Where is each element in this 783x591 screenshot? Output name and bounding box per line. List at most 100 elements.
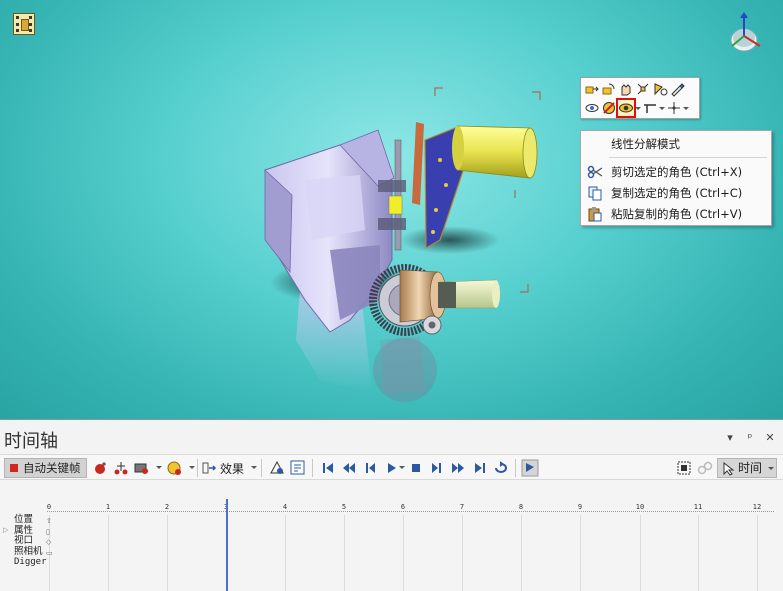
menu-item-copy[interactable]: 复制选定的角色 (Ctrl+C) [581,183,771,203]
line-tool-icon[interactable] [642,100,658,116]
ruler-tick-label: 6 [400,503,406,511]
effect-key-icon[interactable] [166,459,184,477]
timeline-toolbar: 自动关键帧 效果 时间 [0,454,783,480]
ruler-tick-label: 9 [577,503,583,511]
toolbar-separator [261,459,262,477]
go-to-start-icon[interactable] [319,459,337,477]
track-label: 照相机 [14,545,43,557]
track-label: 视口 [14,535,34,546]
ruler-tick-label: 5 [341,503,347,511]
timeline-view-icon[interactable] [521,459,539,477]
track-label: 位置 [14,514,34,525]
ruler-tick-label: 11 [693,503,703,511]
properties-track-icon: ▯ [46,527,50,536]
menu-item-label: 粘贴复制的角色 (Ctrl+V) [611,207,743,221]
grid-line [167,515,168,591]
visibility-icon[interactable] [584,100,600,116]
add-key-icon[interactable] [92,459,110,477]
toolbar-separator [312,459,313,477]
eye-show-dropdown[interactable] [635,100,641,116]
time-mode-dropdown[interactable]: 时间 [717,458,777,478]
fit-view-icon[interactable] [675,459,693,477]
auto-keyframe-label: 自动关键帧 [23,461,81,475]
context-menu: 线性分解模式 剪切选定的角色 (Ctrl+X) 复制选定的角色 (Ctrl+C)… [580,130,772,226]
menu-separator [609,157,767,158]
ruler-tick-label: 7 [459,503,465,511]
menu-item-linear-explode[interactable]: 线性分解模式 [581,134,771,154]
ruler-tick-label: 12 [752,503,762,511]
menu-item-label: 复制选定的角色 (Ctrl+C) [611,186,743,200]
ruler-tick-label: 0 [46,503,52,511]
time-ruler[interactable]: 0 1 2 3 4 5 6 7 8 9 10 11 12 [47,503,774,515]
camera-key-icon[interactable] [133,459,151,477]
add-path-key-icon[interactable] [112,459,130,477]
viewport-track-icon: ◇ [46,538,52,546]
close-panel-button[interactable]: ✕ [765,431,775,444]
select-icon[interactable] [652,81,668,97]
rotate-icon[interactable] [601,81,617,97]
menu-item-label: 线性分解模式 [611,137,680,151]
translate-icon[interactable] [584,81,600,97]
grid-line [640,515,641,591]
loop-icon[interactable] [492,459,510,477]
line-tool-dropdown[interactable] [659,100,665,116]
step-back-icon[interactable] [361,459,379,477]
ruler-dots [47,511,774,512]
grid-line [580,515,581,591]
play-dropdown[interactable] [399,466,405,469]
panel-title: 时间轴 [4,431,58,452]
camera-key-dropdown[interactable] [156,466,162,469]
timeline-panel: 时间轴 ▾ ᵖ ✕ 自动关键帧 效果 时间 0 1 2 4 5 6 7 8 9 … [0,421,783,591]
menu-item-paste[interactable]: 粘贴复制的角色 (Ctrl+V) [581,204,771,224]
chevron-down-icon [768,467,774,470]
pen-icon[interactable] [669,81,685,97]
record-icon [10,464,18,472]
eye-show-icon[interactable] [616,98,636,118]
view-orientation-gizmo[interactable] [724,10,768,56]
scissors-icon [587,164,603,180]
component-toolbar [580,77,700,119]
3d-viewport[interactable]: 线性分解模式 剪切选定的角色 (Ctrl+X) 复制选定的角色 (Ctrl+C)… [0,0,783,420]
auto-keyframe-button[interactable]: 自动关键帧 [4,458,87,478]
explode-icon[interactable] [635,81,651,97]
animation-mode-icon[interactable] [13,13,35,35]
expand-arrow-icon[interactable]: ▷ [3,526,8,534]
menu-item-cut[interactable]: 剪切选定的角色 (Ctrl+X) [581,162,771,182]
previous-key-icon[interactable] [340,459,358,477]
grid-line [462,515,463,591]
effect-key-dropdown[interactable] [189,466,195,469]
track-grid[interactable] [47,499,774,591]
hand-icon[interactable] [618,81,634,97]
keyframe-list-icon[interactable] [289,459,307,477]
grid-line [403,515,404,591]
pivot-icon[interactable] [666,100,682,116]
effects-icon[interactable] [201,459,219,477]
timeline-track-area[interactable]: 0 1 2 3 4 5 6 7 8 9 10 11 12 [0,487,783,591]
playhead[interactable] [226,499,228,591]
next-key-icon[interactable] [449,459,467,477]
ruler-tick-label: 4 [282,503,288,511]
grid-line [344,515,345,591]
hide-icon[interactable] [601,100,617,116]
grid-line [108,515,109,591]
link-icon [696,459,714,477]
root-node-label[interactable]: Digger [14,557,47,568]
ruler-tick-label: 2 [164,503,170,511]
pin-button[interactable]: ᵖ [745,431,755,444]
ruler-tick-label: 1 [105,503,111,511]
menu-item-label: 剪切选定的角色 (Ctrl+X) [611,165,743,179]
keyframe-filter-icon[interactable] [268,459,286,477]
track-list: 位置 ⇧ 属性 ▯ 视口 ◇ 照相机 ▭ Digger [14,514,53,568]
step-forward-icon[interactable] [428,459,446,477]
pivot-dropdown[interactable] [683,100,689,116]
go-to-end-icon[interactable] [471,459,489,477]
copy-icon [587,185,603,201]
effects-label[interactable]: 效果 [220,460,244,477]
panel-menu-button[interactable]: ▾ [725,431,735,444]
track-camera[interactable]: 照相机 ▭ [14,545,53,558]
position-track-icon: ⇧ [46,517,52,525]
grid-line [521,515,522,591]
ruler-tick-label: 8 [518,503,524,511]
stop-icon[interactable] [407,459,425,477]
effects-dropdown[interactable] [251,466,257,469]
